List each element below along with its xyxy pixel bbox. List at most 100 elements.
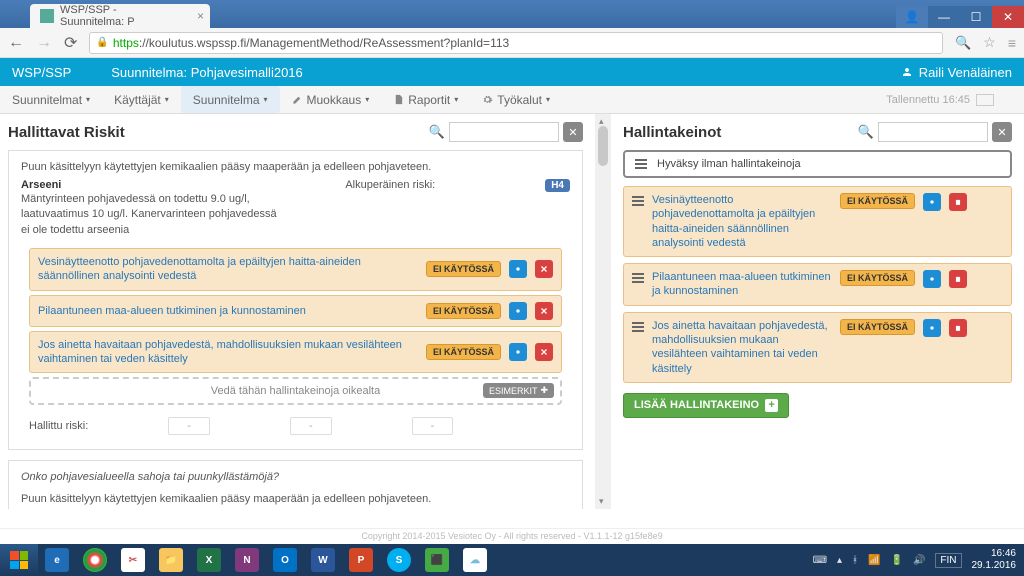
tray-network-icon[interactable]: 📶: [868, 555, 880, 566]
gear-icon: [482, 94, 493, 105]
tab-close-icon[interactable]: ×: [197, 9, 204, 23]
gear-button[interactable]: [923, 270, 941, 288]
taskbar-ie-icon[interactable]: e: [38, 544, 76, 576]
measure-text: Pilaantuneen maa-alueen tutkiminen ja ku…: [38, 304, 418, 318]
tool-row[interactable]: Jos ainetta havaitaan pohjavedestä, mahd…: [623, 312, 1012, 383]
left-title: Hallittavat Riskit: [8, 124, 125, 141]
app-brand: WSP/SSP: [12, 65, 71, 80]
drag-handle-icon[interactable]: [632, 322, 644, 332]
delete-button[interactable]: [535, 302, 553, 320]
gear-button[interactable]: [509, 260, 527, 278]
window-maximize-icon[interactable]: ☐: [960, 6, 992, 28]
reload-icon[interactable]: ⟳: [64, 33, 77, 53]
controlled-value[interactable]: -: [168, 417, 210, 435]
status-badge: EI KÄYTÖSSÄ: [840, 193, 915, 209]
right-search-input[interactable]: [878, 122, 988, 142]
tab-title: WSP/SSP - Suunnitelma: P: [60, 4, 182, 28]
controlled-risk-label: Hallittu riski:: [29, 420, 88, 432]
status-badge: EI KÄYTÖSSÄ: [426, 303, 501, 319]
taskbar-chrome-icon[interactable]: [76, 544, 114, 576]
chrome-menu-icon[interactable]: ≡: [1008, 35, 1016, 51]
delete-button[interactable]: [949, 193, 967, 211]
tray-bluetooth-icon[interactable]: ᚼ: [852, 555, 858, 566]
add-measure-button[interactable]: LISÄÄ HALLINTAKEINO +: [623, 393, 789, 418]
menu-raportit[interactable]: Raportit▾: [381, 86, 470, 113]
drop-zone[interactable]: Vedä tähän hallintakeinoja oikealta ESIM…: [29, 377, 562, 405]
tool-text: Jos ainetta havaitaan pohjavedestä, mahd…: [652, 319, 832, 376]
delete-button[interactable]: [535, 343, 553, 361]
menu-suunnitelmat[interactable]: Suunnitelmat▾: [0, 86, 102, 113]
taskbar-word-icon[interactable]: W: [304, 544, 342, 576]
taskbar-outlook-icon[interactable]: O: [266, 544, 304, 576]
clear-search-icon[interactable]: ✕: [563, 122, 583, 142]
bookmark-icon[interactable]: ☆: [983, 34, 996, 51]
delete-button[interactable]: [949, 270, 967, 288]
risk-name: Arseeni: [21, 179, 61, 192]
tray-clock[interactable]: 16:46 29.1.2016: [972, 548, 1017, 572]
address-bar[interactable]: 🔒 https://koulutus.wspssp.fi/ManagementM…: [89, 32, 943, 54]
menu-muokkaus[interactable]: Muokkaus▾: [280, 86, 382, 113]
clear-search-icon[interactable]: ✕: [992, 122, 1012, 142]
drag-handle-icon[interactable]: [632, 196, 644, 206]
left-search-input[interactable]: [449, 122, 559, 142]
back-icon[interactable]: ←: [8, 34, 24, 52]
measure-row[interactable]: Vesinäytteenotto pohjavedenottamolta ja …: [29, 248, 562, 291]
url-path: ://koulutus.wspssp.fi/ManagementMethod/R…: [139, 36, 509, 50]
taskbar-app-icon[interactable]: ⬛: [418, 544, 456, 576]
drag-handle-icon[interactable]: [632, 273, 644, 283]
gear-button[interactable]: [923, 193, 941, 211]
tray-expand-icon[interactable]: ▴: [837, 555, 842, 566]
chrome-user-icon[interactable]: 👤: [896, 6, 928, 28]
tray-volume-icon[interactable]: 🔊: [913, 555, 925, 566]
add-button-label: LISÄÄ HALLINTAKEINO: [634, 399, 759, 411]
tool-row[interactable]: Vesinäytteenotto pohjavedenottamolta ja …: [623, 186, 1012, 257]
measure-row[interactable]: Jos ainetta havaitaan pohjavedestä, mahd…: [29, 331, 562, 374]
taskbar-skype-icon[interactable]: S: [380, 544, 418, 576]
delete-button[interactable]: [949, 319, 967, 337]
forward-icon[interactable]: →: [36, 34, 52, 52]
taskbar-snipping-icon[interactable]: ✂: [114, 544, 152, 576]
tray-keyboard-icon[interactable]: ⌨: [813, 555, 827, 566]
scroll-down-icon[interactable]: ▾: [599, 496, 604, 507]
system-tray: ⌨ ▴ ᚼ 📶 🔋 🔊 FIN 16:46 29.1.2016: [813, 544, 1024, 576]
app-header: WSP/SSP Suunnitelma: Pohjavesimalli2016 …: [0, 58, 1024, 86]
taskbar-excel-icon[interactable]: X: [190, 544, 228, 576]
browser-titlebar: WSP/SSP - Suunnitelma: P × 👤 — ☐ ✕: [0, 0, 1024, 28]
taskbar-powerpoint-icon[interactable]: P: [342, 544, 380, 576]
menu-suunnitelma[interactable]: Suunnitelma▾: [181, 86, 280, 113]
left-column: Hallittavat Riskit 🔍 ✕ Puun käsittelyyn …: [0, 114, 595, 509]
app-footer: Copyright 2014-2015 Vesiotec Oy - All ri…: [0, 528, 1024, 544]
risk-question: Onko pohjavesialueella sahoja tai puunky…: [21, 471, 570, 483]
delete-button[interactable]: [535, 260, 553, 278]
window-close-icon[interactable]: ✕: [992, 6, 1024, 28]
left-scrollbar[interactable]: ▴ ▾: [595, 114, 611, 509]
menu-kayttajat[interactable]: Käyttäjät▾: [102, 86, 181, 113]
measure-row[interactable]: Pilaantuneen maa-alueen tutkiminen ja ku…: [29, 295, 562, 327]
taskbar-explorer-icon[interactable]: 📁: [152, 544, 190, 576]
tool-row[interactable]: Pilaantuneen maa-alueen tutkiminen ja ku…: [623, 263, 1012, 306]
start-button[interactable]: [0, 544, 38, 576]
gear-button[interactable]: [923, 319, 941, 337]
report-icon: [393, 94, 404, 105]
drag-handle-icon[interactable]: [635, 159, 647, 169]
examples-button[interactable]: ESIMERKIT✚: [483, 383, 554, 398]
tray-language[interactable]: FIN: [935, 553, 961, 568]
controlled-value[interactable]: -: [290, 417, 332, 435]
main-content: Hallittavat Riskit 🔍 ✕ Puun käsittelyyn …: [0, 114, 1024, 509]
menu-tyokalut[interactable]: Työkalut▾: [470, 86, 562, 113]
taskbar-cloud-icon[interactable]: ☁: [456, 544, 494, 576]
scroll-thumb[interactable]: [598, 126, 608, 166]
approve-without-measures[interactable]: Hyväksy ilman hallintakeinoja: [623, 150, 1012, 178]
tray-battery-icon[interactable]: 🔋: [890, 555, 902, 566]
tool-text: Vesinäytteenotto pohjavedenottamolta ja …: [652, 193, 832, 250]
controlled-value[interactable]: -: [412, 417, 454, 435]
taskbar-onenote-icon[interactable]: N: [228, 544, 266, 576]
gear-button[interactable]: [509, 343, 527, 361]
original-risk-label: Alkuperäinen riski:: [345, 179, 435, 192]
risk-detail: Mäntyrinteen pohjavedessä on todettu 9.0…: [21, 192, 281, 238]
search-icon[interactable]: 🔍: [955, 35, 971, 51]
user-menu[interactable]: Raili Venäläinen: [901, 65, 1012, 80]
window-minimize-icon[interactable]: —: [928, 6, 960, 28]
browser-tab[interactable]: WSP/SSP - Suunnitelma: P ×: [30, 4, 210, 28]
gear-button[interactable]: [509, 302, 527, 320]
